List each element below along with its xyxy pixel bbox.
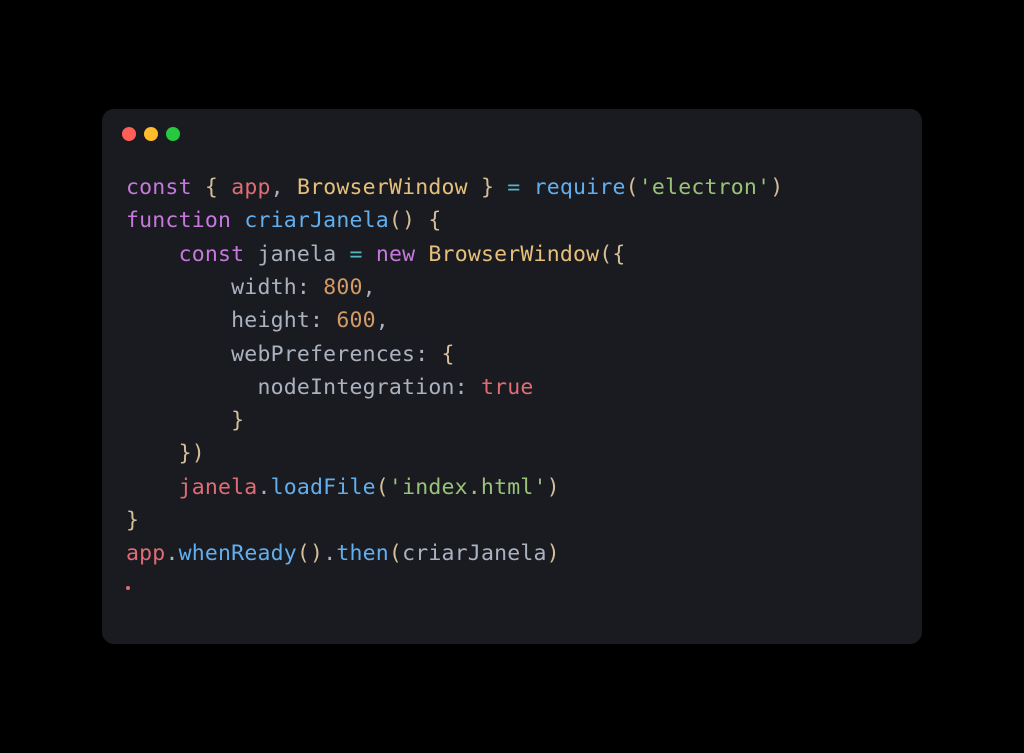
code-editor[interactable]: const { app, BrowserWindow } = require('… bbox=[102, 141, 922, 644]
indent bbox=[126, 408, 231, 433]
property: height bbox=[231, 308, 310, 333]
code-line: }) bbox=[126, 441, 205, 466]
colon: : bbox=[455, 375, 468, 400]
paren: ) bbox=[547, 541, 560, 566]
code-line: janela.loadFile('index.html') bbox=[126, 475, 560, 500]
dot: . bbox=[257, 475, 270, 500]
method-call: loadFile bbox=[271, 475, 376, 500]
comma: , bbox=[363, 275, 376, 300]
brace: { bbox=[442, 342, 455, 367]
code-line: } bbox=[126, 408, 244, 433]
paren: ) bbox=[770, 175, 783, 200]
brace: } bbox=[231, 408, 244, 433]
close-icon[interactable] bbox=[122, 127, 136, 141]
indent bbox=[126, 308, 231, 333]
function-name: criarJanela bbox=[244, 208, 389, 233]
identifier: app bbox=[231, 175, 270, 200]
number-literal: 800 bbox=[323, 275, 362, 300]
code-line: width: 800, bbox=[126, 275, 376, 300]
comma: , bbox=[376, 308, 389, 333]
identifier: janela bbox=[179, 475, 258, 500]
indent bbox=[126, 475, 179, 500]
method-call: then bbox=[336, 541, 389, 566]
boolean-literal: true bbox=[481, 375, 534, 400]
paren-brace: ({ bbox=[599, 242, 625, 267]
identifier: criarJanela bbox=[402, 541, 547, 566]
parens: () bbox=[389, 208, 415, 233]
property: nodeIntegration bbox=[257, 375, 454, 400]
cursor-icon bbox=[126, 586, 130, 590]
keyword-const: const bbox=[179, 242, 245, 267]
indent bbox=[126, 375, 257, 400]
identifier: janela bbox=[257, 242, 336, 267]
code-line: function criarJanela() { bbox=[126, 208, 442, 233]
titlebar bbox=[102, 109, 922, 141]
code-line: const { app, BrowserWindow } = require('… bbox=[126, 175, 783, 200]
code-line: height: 600, bbox=[126, 308, 389, 333]
paren: ( bbox=[626, 175, 639, 200]
keyword-function: function bbox=[126, 208, 231, 233]
dot: . bbox=[165, 541, 178, 566]
comma: , bbox=[271, 175, 284, 200]
property: width bbox=[231, 275, 297, 300]
code-line: } bbox=[126, 508, 139, 533]
indent bbox=[126, 275, 231, 300]
paren: ( bbox=[376, 475, 389, 500]
string-literal: 'index.html' bbox=[389, 475, 547, 500]
colon: : bbox=[297, 275, 310, 300]
identifier: BrowserWindow bbox=[297, 175, 468, 200]
parens: () bbox=[297, 541, 323, 566]
code-line bbox=[126, 575, 130, 600]
maximize-icon[interactable] bbox=[166, 127, 180, 141]
colon: : bbox=[415, 342, 428, 367]
number-literal: 600 bbox=[336, 308, 375, 333]
dot: . bbox=[323, 541, 336, 566]
property: webPreferences bbox=[231, 342, 415, 367]
class-name: BrowserWindow bbox=[428, 242, 599, 267]
operator: = bbox=[507, 175, 520, 200]
code-line: nodeIntegration: true bbox=[126, 375, 534, 400]
method-call: whenReady bbox=[179, 541, 297, 566]
paren: ( bbox=[389, 541, 402, 566]
brace: } bbox=[126, 508, 139, 533]
function-call: require bbox=[534, 175, 626, 200]
keyword-new: new bbox=[376, 242, 415, 267]
keyword-const: const bbox=[126, 175, 192, 200]
string-literal: 'electron' bbox=[639, 175, 770, 200]
brace: { bbox=[428, 208, 441, 233]
paren: ) bbox=[547, 475, 560, 500]
identifier: app bbox=[126, 541, 165, 566]
brace: } bbox=[481, 175, 494, 200]
indent bbox=[126, 441, 179, 466]
operator: = bbox=[350, 242, 363, 267]
code-window: const { app, BrowserWindow } = require('… bbox=[102, 109, 922, 644]
code-line: app.whenReady().then(criarJanela) bbox=[126, 541, 560, 566]
code-line: webPreferences: { bbox=[126, 342, 455, 367]
minimize-icon[interactable] bbox=[144, 127, 158, 141]
close-paren-brace: }) bbox=[179, 441, 205, 466]
brace: { bbox=[205, 175, 218, 200]
code-line: const janela = new BrowserWindow({ bbox=[126, 242, 626, 267]
colon: : bbox=[310, 308, 323, 333]
indent bbox=[126, 242, 179, 267]
indent bbox=[126, 342, 231, 367]
